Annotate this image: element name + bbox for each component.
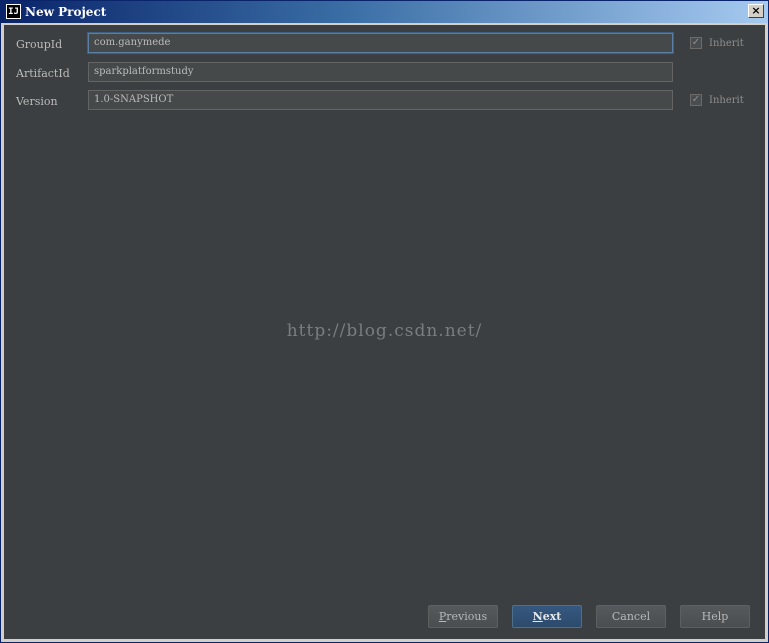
dialog-content: GroupId com.ganymede ✓ Inherit ArtifactI… xyxy=(4,25,765,639)
previous-label: revious xyxy=(446,610,488,623)
cancel-button[interactable]: Cancel xyxy=(596,605,666,628)
version-inherit-label: Inherit xyxy=(709,94,744,106)
next-mnemonic: N xyxy=(532,610,543,623)
version-label: Version xyxy=(16,95,58,108)
next-label: ext xyxy=(542,610,562,623)
window-title: New Project xyxy=(25,5,107,19)
artifactid-label: ArtifactId xyxy=(16,67,70,80)
groupid-field[interactable]: com.ganymede xyxy=(88,33,673,53)
close-button[interactable]: × xyxy=(748,4,764,18)
previous-button[interactable]: Previous xyxy=(428,605,498,628)
groupid-label: GroupId xyxy=(16,38,63,51)
title-bar[interactable]: IJ New Project × xyxy=(1,1,768,23)
next-button[interactable]: Next xyxy=(512,605,582,628)
help-button[interactable]: Help xyxy=(680,605,750,628)
version-field[interactable]: 1.0-SNAPSHOT xyxy=(88,90,673,110)
artifactid-field[interactable]: sparkplatformstudy xyxy=(88,62,673,82)
checkbox-check-icon[interactable]: ✓ xyxy=(690,94,702,106)
intellij-app-icon: IJ xyxy=(6,4,21,19)
groupid-inherit-checkbox[interactable]: ✓ Inherit xyxy=(690,37,744,49)
groupid-inherit-label: Inherit xyxy=(709,37,744,49)
new-project-dialog: IJ New Project × GroupId com.ganymede ✓ … xyxy=(0,0,769,643)
checkbox-check-icon[interactable]: ✓ xyxy=(690,37,702,49)
watermark-text: http://blog.csdn.net/ xyxy=(286,321,483,341)
version-inherit-checkbox[interactable]: ✓ Inherit xyxy=(690,94,744,106)
